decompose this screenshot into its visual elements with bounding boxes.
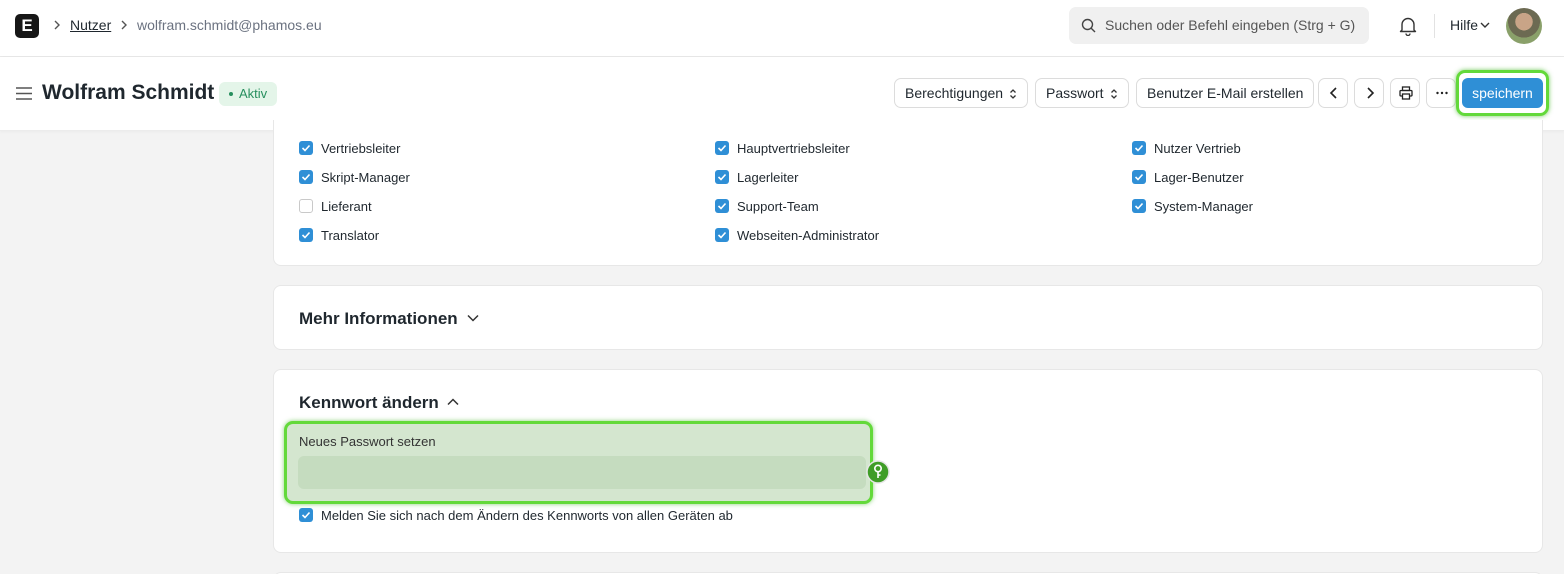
new-password-label: Neues Passwort setzen: [299, 434, 436, 449]
chevron-down-icon[interactable]: [467, 314, 479, 322]
printer-icon: [1399, 86, 1413, 100]
save-button[interactable]: speichern: [1462, 78, 1543, 108]
role-label: Vertriebsleiter: [321, 141, 401, 156]
print-button[interactable]: [1390, 78, 1420, 108]
check-icon: [301, 231, 311, 239]
checkbox-unchecked[interactable]: [299, 199, 313, 213]
section-title: Kennwort ändern: [299, 393, 439, 412]
checkbox-checked[interactable]: [1132, 170, 1146, 184]
role-label: Translator: [321, 228, 380, 243]
chevron-up-icon[interactable]: [447, 398, 459, 406]
page-title: Wolfram Schmidt: [42, 81, 215, 104]
user-avatar[interactable]: [1506, 8, 1542, 44]
checkbox-checked[interactable]: [299, 508, 313, 522]
create-user-email-button[interactable]: Benutzer E-Mail erstellen: [1136, 78, 1315, 108]
check-icon: [1134, 144, 1144, 152]
new-password-input[interactable]: [298, 456, 866, 489]
check-icon: [1134, 202, 1144, 210]
help-menu[interactable]: Hilfe: [1450, 17, 1478, 33]
chevron-right-icon: [54, 20, 60, 30]
check-icon: [301, 511, 311, 519]
search-input[interactable]: Suchen oder Befehl eingeben (Strg + G): [1105, 17, 1355, 33]
breadcrumb-current: wolfram.schmidt@phamos.eu: [137, 17, 322, 33]
navbar-divider: [1434, 14, 1435, 38]
check-icon: [717, 144, 727, 152]
logout-all-devices-label: Melden Sie sich nach dem Ändern des Kenn…: [321, 508, 733, 523]
section-title: Mehr Informationen: [299, 309, 458, 328]
password-button-label: Passwort: [1046, 85, 1104, 101]
role-label: Hauptvertriebsleiter: [737, 141, 850, 156]
role-label: Nutzer Vertrieb: [1154, 141, 1241, 156]
checkbox-checked[interactable]: [299, 170, 313, 184]
checkbox-checked[interactable]: [1132, 141, 1146, 155]
previous-button[interactable]: [1318, 78, 1348, 108]
role-label: Webseiten-Administrator: [737, 228, 880, 243]
check-icon: [301, 144, 311, 152]
check-icon: [717, 202, 727, 210]
check-icon: [717, 173, 727, 181]
checkbox-checked[interactable]: [715, 170, 729, 184]
role-label: Support-Team: [737, 199, 819, 214]
sort-icon: [1010, 89, 1017, 99]
next-button[interactable]: [1354, 78, 1384, 108]
top-navbar: E Nutzer wolfram.schmidt@phamos.eu Suche…: [0, 0, 1564, 57]
search-icon: [1081, 18, 1096, 33]
chevron-down-icon: [1480, 22, 1490, 28]
menu-icon[interactable]: [16, 87, 32, 100]
check-icon: [301, 173, 311, 181]
permissions-button[interactable]: Berechtigungen: [894, 78, 1029, 108]
role-label: Lager-Benutzer: [1154, 170, 1244, 185]
checkbox-checked[interactable]: [715, 199, 729, 213]
status-badge: Aktiv: [219, 82, 278, 106]
chevron-right-icon: [121, 20, 127, 30]
more-actions-button[interactable]: [1426, 78, 1456, 108]
check-icon: [717, 231, 727, 239]
chevron-right-icon: [1367, 87, 1375, 99]
notification-bell-icon[interactable]: [1399, 16, 1417, 36]
more-dots-icon: [1436, 91, 1448, 95]
checkbox-checked[interactable]: [299, 141, 313, 155]
checkbox-checked[interactable]: [715, 228, 729, 242]
checkbox-checked[interactable]: [715, 141, 729, 155]
app-logo[interactable]: E: [15, 14, 39, 38]
role-label: Lieferant: [321, 199, 372, 214]
breadcrumb-parent[interactable]: Nutzer: [70, 17, 111, 33]
role-label: System-Manager: [1154, 199, 1253, 214]
permissions-button-label: Berechtigungen: [905, 85, 1004, 101]
role-label: Skript-Manager: [321, 170, 410, 185]
password-manager-icon[interactable]: [866, 460, 890, 484]
role-label: Lagerleiter: [737, 170, 799, 185]
roles-card: Vertriebsleiter Hauptvertriebsleiter Nut…: [273, 120, 1543, 266]
more-info-card: Mehr Informationen: [273, 285, 1543, 350]
checkbox-checked[interactable]: [1132, 199, 1146, 213]
search-bar[interactable]: Suchen oder Befehl eingeben (Strg + G): [1069, 7, 1369, 44]
sort-icon: [1110, 89, 1117, 99]
check-icon: [1134, 173, 1144, 181]
chevron-left-icon: [1329, 87, 1337, 99]
password-button[interactable]: Passwort: [1035, 78, 1129, 108]
checkbox-checked[interactable]: [299, 228, 313, 242]
